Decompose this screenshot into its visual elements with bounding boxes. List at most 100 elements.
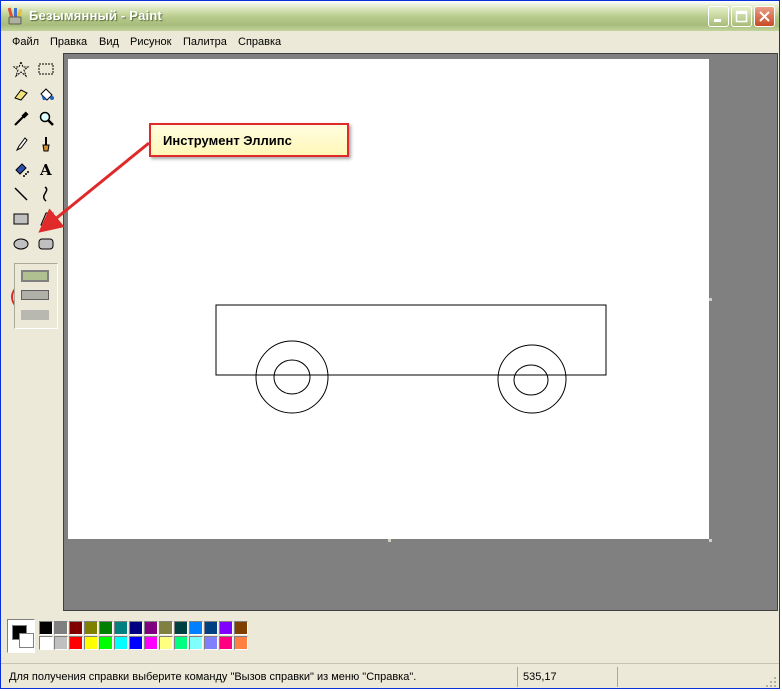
palette-swatch[interactable] xyxy=(204,621,218,635)
rounded-rect-tool[interactable] xyxy=(34,232,58,256)
rect-select-tool[interactable] xyxy=(34,57,58,81)
close-button[interactable] xyxy=(754,6,775,27)
palette-swatch[interactable] xyxy=(129,636,143,650)
brush-tool[interactable] xyxy=(34,132,58,156)
svg-text:A: A xyxy=(39,161,52,178)
eyedropper-icon xyxy=(14,111,29,126)
menu-palette[interactable]: Палитра xyxy=(183,36,227,48)
menu-bar: Файл Правка Вид Рисунок Палитра Справка xyxy=(1,31,779,53)
menu-file[interactable]: Файл xyxy=(12,36,39,48)
palette-swatch[interactable] xyxy=(144,621,158,635)
menu-edit[interactable]: Правка xyxy=(50,36,87,48)
palette-swatch[interactable] xyxy=(174,621,188,635)
color-palette xyxy=(5,613,777,659)
wheel-inner-left xyxy=(273,359,311,395)
minimize-button[interactable] xyxy=(708,6,729,27)
status-separator xyxy=(517,667,518,687)
close-icon xyxy=(759,11,770,22)
title-bar[interactable]: Безымянный - Paint xyxy=(1,1,779,32)
callout-label: Инструмент Эллипс xyxy=(163,133,292,148)
eraser-icon xyxy=(14,89,28,101)
palette-swatch[interactable] xyxy=(39,621,53,635)
palette-swatch[interactable] xyxy=(219,621,233,635)
maximize-icon xyxy=(735,10,748,23)
paint-bucket-icon xyxy=(40,88,54,101)
magnifier-tool[interactable] xyxy=(34,107,58,131)
palette-swatch[interactable] xyxy=(204,636,218,650)
text-tool[interactable]: A xyxy=(34,157,58,181)
palette-swatch[interactable] xyxy=(114,636,128,650)
curve-tool[interactable] xyxy=(34,182,58,206)
fill-option-outline-filled[interactable] xyxy=(21,290,49,300)
palette-swatch[interactable] xyxy=(189,636,203,650)
palette-swatch[interactable] xyxy=(114,621,128,635)
polygon-tool[interactable] xyxy=(34,207,58,231)
toolbox: A xyxy=(5,53,61,611)
ellipse-icon xyxy=(13,238,29,250)
text-a-icon: A xyxy=(39,161,52,178)
fill-option-outline[interactable] xyxy=(21,270,49,282)
wheel-outer-right xyxy=(497,344,567,414)
dashed-rect-icon xyxy=(38,63,54,75)
brush-icon xyxy=(42,137,50,152)
palette-swatch[interactable] xyxy=(174,636,188,650)
palette-swatch[interactable] xyxy=(234,636,248,650)
callout-box: Инструмент Эллипс xyxy=(149,123,349,157)
color-picker-tool[interactable] xyxy=(9,107,33,131)
resize-grip-icon[interactable] xyxy=(765,676,777,688)
line-tool[interactable] xyxy=(9,182,33,206)
free-select-tool[interactable] xyxy=(9,57,33,81)
palette-swatch[interactable] xyxy=(234,621,248,635)
eraser-tool[interactable] xyxy=(9,82,33,106)
palette-swatch[interactable] xyxy=(84,621,98,635)
resize-handle-bottom[interactable] xyxy=(388,539,391,542)
status-bar: Для получения справки выберите команду "… xyxy=(1,663,779,688)
maximize-button[interactable] xyxy=(731,6,752,27)
pencil-tool[interactable] xyxy=(9,132,33,156)
rounded-rect-icon xyxy=(38,238,54,250)
status-separator xyxy=(617,667,618,687)
palette-swatch[interactable] xyxy=(189,621,203,635)
fill-tool[interactable] xyxy=(34,82,58,106)
curve-icon xyxy=(43,186,48,202)
palette-swatch[interactable] xyxy=(69,636,83,650)
menu-help[interactable]: Справка xyxy=(238,36,281,48)
paint-app-icon xyxy=(7,7,23,25)
airbrush-tool[interactable] xyxy=(9,157,33,181)
menu-view[interactable]: Вид xyxy=(99,36,119,48)
palette-swatch[interactable] xyxy=(54,621,68,635)
polygon-icon xyxy=(40,212,54,226)
palette-swatch[interactable] xyxy=(99,621,113,635)
resize-handle-right[interactable] xyxy=(709,298,712,301)
resize-handle-corner[interactable] xyxy=(709,539,712,542)
palette-swatch[interactable] xyxy=(84,636,98,650)
palette-swatch[interactable] xyxy=(159,636,173,650)
menu-image[interactable]: Рисунок xyxy=(130,36,172,48)
ellipse-tool[interactable] xyxy=(9,232,33,256)
background-color xyxy=(19,633,34,648)
airbrush-icon xyxy=(15,163,29,177)
paint-window: Безымянный - Paint Файл Правка Вид Рисун… xyxy=(0,0,780,689)
wheel-outer-left xyxy=(255,340,329,414)
current-colors[interactable] xyxy=(7,619,35,653)
magnifier-icon xyxy=(39,111,54,126)
palette-swatch[interactable] xyxy=(54,636,68,650)
palette-swatch[interactable] xyxy=(159,621,173,635)
wheel-inner-right xyxy=(513,364,549,396)
palette-swatch[interactable] xyxy=(144,636,158,650)
palette-swatch[interactable] xyxy=(39,636,53,650)
car-body xyxy=(215,304,607,376)
window-title: Безымянный - Paint xyxy=(29,8,163,23)
palette-swatch[interactable] xyxy=(69,621,83,635)
palette-swatch[interactable] xyxy=(129,621,143,635)
star-select-icon xyxy=(12,60,30,78)
palette-swatch[interactable] xyxy=(219,636,233,650)
pencil-icon xyxy=(15,137,28,152)
line-icon xyxy=(14,187,28,201)
fill-option-filled[interactable] xyxy=(21,310,49,320)
palette-swatch[interactable] xyxy=(99,636,113,650)
rectangle-tool[interactable] xyxy=(9,207,33,231)
fill-style-options xyxy=(14,263,58,329)
status-help-text: Для получения справки выберите команду "… xyxy=(9,671,417,683)
rectangle-icon xyxy=(13,213,29,225)
